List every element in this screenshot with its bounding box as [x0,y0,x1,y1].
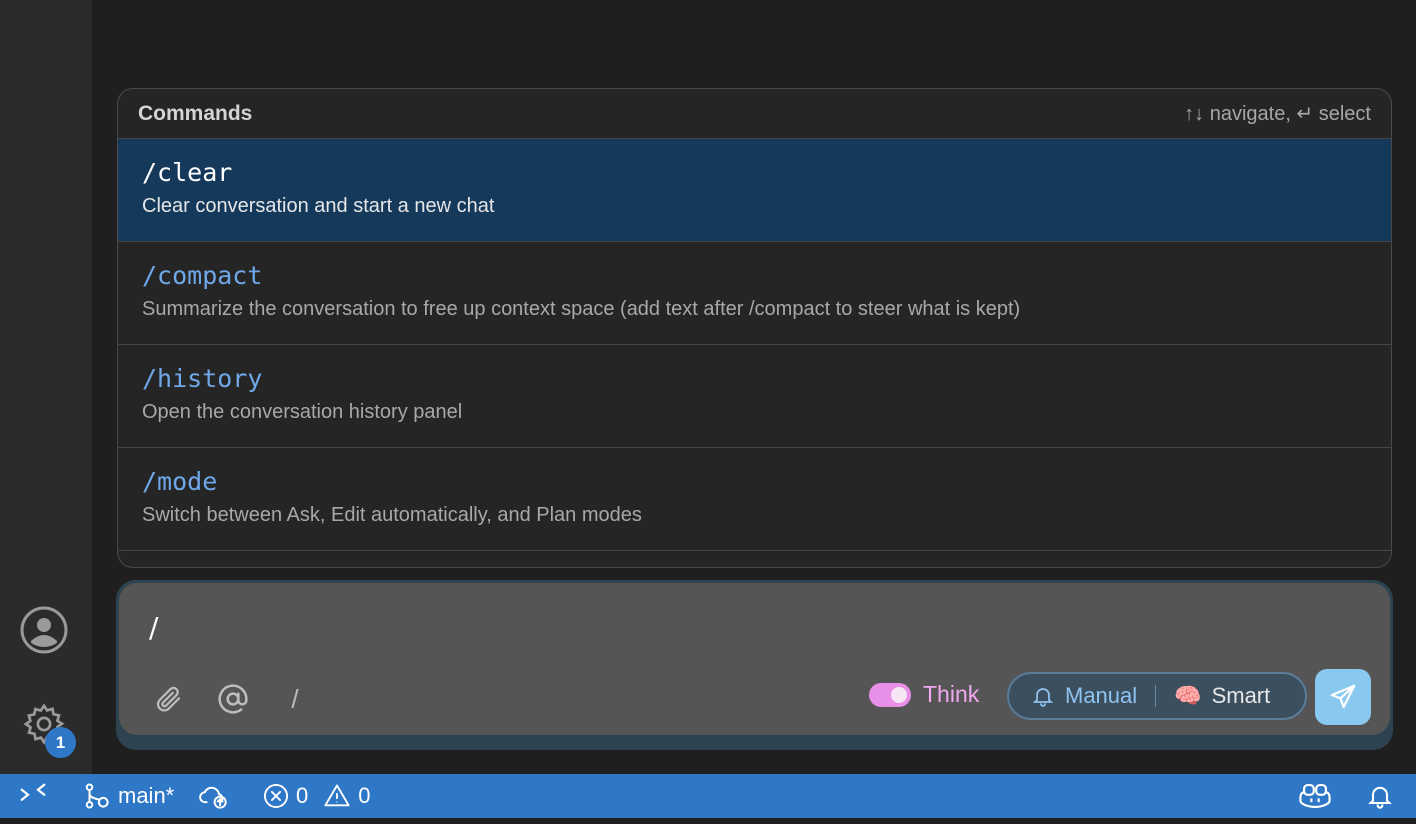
think-toggle[interactable] [869,682,911,707]
attach-button[interactable] [149,679,189,719]
copilot-icon [1299,783,1331,809]
mode-manual-button[interactable]: Manual [1009,683,1137,709]
mode-selector[interactable]: Manual 🧠 Smart [1007,672,1307,720]
chat-input-container: / / Think Manual 🧠 Smart [116,580,1393,750]
send-button[interactable] [1315,669,1371,725]
commands-header: Commands ↑↓ navigate, ↵ select [118,89,1391,139]
at-icon [218,684,248,714]
bell-icon [1368,786,1392,809]
bell-icon [1032,688,1054,707]
account-icon [20,606,68,654]
account-button[interactable] [18,604,70,656]
sync-button[interactable] [198,774,230,818]
command-name: /clear [142,158,233,187]
command-item-mode[interactable]: /mode Switch between Ask, Edit automatic… [118,448,1391,551]
toggle-knob [891,686,907,703]
commands-title: Commands [138,101,253,125]
command-item-history[interactable]: /history Open the conversation history p… [118,345,1391,448]
mode-divider [1155,685,1157,707]
warning-icon [324,784,350,807]
status-bar: main* 0 0 [0,774,1416,818]
command-name: /mode [142,467,218,496]
slash-command-button[interactable]: / [275,679,315,719]
mode-smart-button[interactable]: 🧠 Smart [1174,683,1270,709]
copilot-button[interactable] [1298,774,1332,818]
command-description: Switch between Ask, Edit automatically, … [142,504,642,526]
command-description: Summarize the conversation to free up co… [142,298,1021,320]
mention-button[interactable] [213,679,253,719]
settings-badge: 1 [45,727,76,758]
mode-manual-label: Manual [1065,683,1138,708]
error-count: 0 [296,783,309,808]
branch-button[interactable]: main* [82,774,174,818]
activity-bar: 1 [0,0,92,774]
think-toggle-group[interactable]: Think [869,681,979,708]
chat-input-text[interactable]: / [149,611,158,644]
commands-hint: ↑↓ navigate, ↵ select [1184,103,1371,125]
command-description: Clear conversation and start a new chat [142,195,495,217]
command-description: Open the conversation history panel [142,401,463,423]
command-item-compact[interactable]: /compact Summarize the conversation to f… [118,242,1391,345]
git-branch-icon [85,783,109,809]
branch-label: main* [118,783,175,808]
send-icon [1330,684,1356,709]
cloud-upload-icon [199,786,227,809]
paperclip-icon [156,686,181,712]
command-name: /compact [142,261,263,290]
window-bottom-edge [0,818,1416,824]
command-name: /history [142,364,263,393]
notifications-button[interactable] [1366,774,1394,818]
error-icon [263,783,289,809]
remote-icon [20,783,46,801]
brain-icon: 🧠 [1174,683,1202,708]
think-label: Think [923,681,980,707]
commands-popup: Commands ↑↓ navigate, ↵ select /clear Cl… [117,88,1392,568]
remote-button[interactable] [18,774,48,818]
mode-smart-label: Smart [1211,683,1271,708]
command-item-clear[interactable]: /clear Clear conversation and start a ne… [118,139,1391,242]
warning-count: 0 [358,783,371,808]
problems-button[interactable]: 0 0 [262,774,371,818]
chat-input[interactable]: / / Think Manual 🧠 Smart [119,583,1390,735]
